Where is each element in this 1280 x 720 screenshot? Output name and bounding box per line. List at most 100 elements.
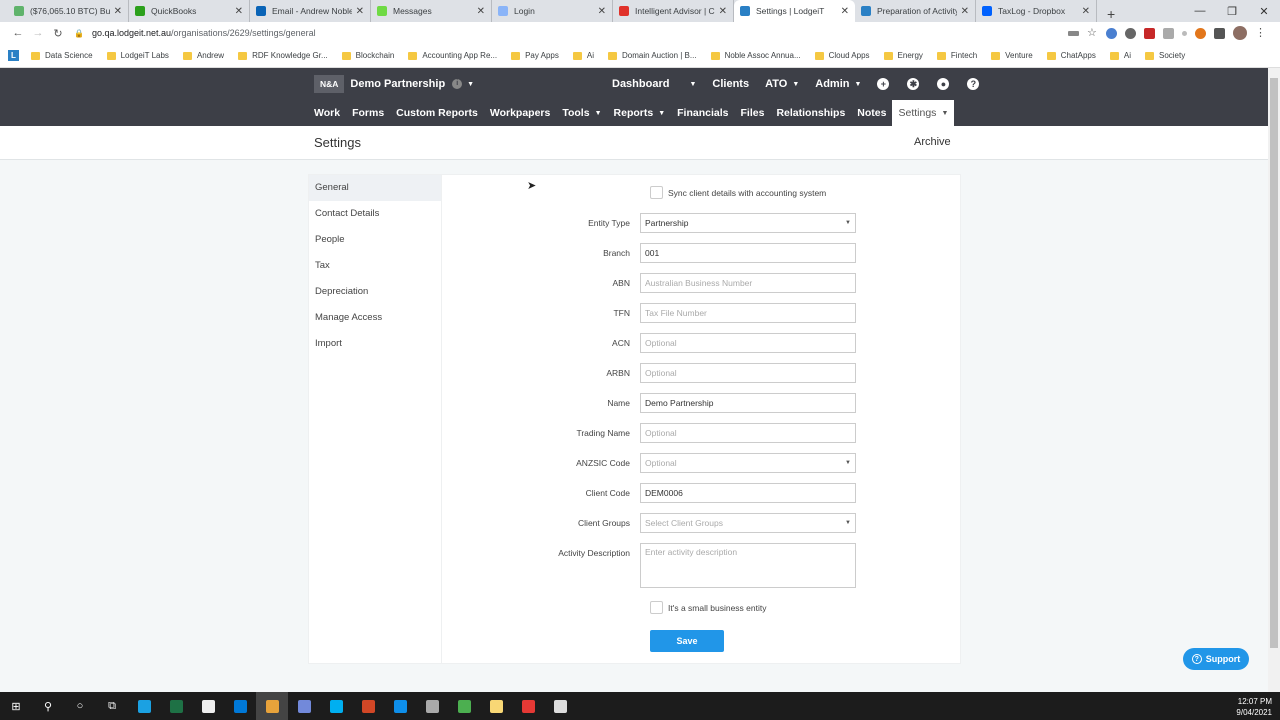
browser-tab[interactable]: TaxLog - Dropbox ✕ bbox=[976, 0, 1097, 22]
sidebar-item-manage-access[interactable]: Manage Access bbox=[309, 305, 441, 331]
bookmark-item[interactable]: Pay Apps bbox=[511, 51, 559, 60]
extension-icon[interactable] bbox=[1125, 27, 1136, 39]
star-icon[interactable]: ☆ bbox=[1087, 27, 1098, 39]
browser-tab[interactable]: Settings | LodgeiT ✕ bbox=[734, 0, 855, 22]
lodgeit-icon[interactable]: L bbox=[8, 50, 19, 61]
arbn-input[interactable]: Optional bbox=[640, 363, 856, 383]
forward-icon[interactable]: → bbox=[28, 27, 48, 39]
sync-checkbox[interactable] bbox=[650, 186, 663, 199]
metamask-icon[interactable] bbox=[1195, 27, 1206, 39]
bookmark-item[interactable]: Cloud Apps bbox=[814, 51, 870, 60]
client-groups-select[interactable]: Select Client Groups ▼ bbox=[640, 513, 856, 533]
close-tab-icon[interactable]: ✕ bbox=[961, 6, 969, 17]
url-input[interactable]: go.qa.lodgeit.net.au/organisations/2629/… bbox=[92, 28, 1068, 38]
abn-input[interactable]: Australian Business Number bbox=[640, 273, 856, 293]
browser-tab[interactable]: Intelligent Advisor | C ✕ bbox=[613, 0, 734, 22]
close-tab-icon[interactable]: ✕ bbox=[719, 6, 727, 17]
save-button[interactable]: Save bbox=[650, 630, 724, 652]
top-nav-admin[interactable]: Admin ▼ bbox=[815, 78, 861, 90]
acn-input[interactable]: Optional bbox=[640, 333, 856, 353]
tfn-input[interactable]: Tax File Number bbox=[640, 303, 856, 323]
back-icon[interactable]: ← bbox=[8, 27, 28, 39]
browser-tab[interactable]: Login ✕ bbox=[492, 0, 613, 22]
bookmark-item[interactable]: Data Science bbox=[31, 51, 93, 60]
bookmark-item[interactable]: Ai bbox=[1109, 51, 1131, 60]
teamviewer-icon[interactable] bbox=[384, 692, 416, 720]
discord-icon[interactable] bbox=[288, 692, 320, 720]
close-tab-icon[interactable]: ✕ bbox=[477, 6, 485, 17]
close-window-button[interactable]: ✕ bbox=[1248, 5, 1280, 18]
browser-tab[interactable]: ($76,065.10 BTC) Buy, S ✕ bbox=[8, 0, 129, 22]
camtasia-icon[interactable] bbox=[448, 692, 480, 720]
trading-name-input[interactable]: Optional bbox=[640, 423, 856, 443]
extension-icon[interactable] bbox=[1106, 27, 1117, 39]
browser-tab[interactable]: Messages ✕ bbox=[371, 0, 492, 22]
sidebar-item-contact-details[interactable]: Contact Details bbox=[309, 201, 441, 227]
close-tab-icon[interactable]: ✕ bbox=[114, 6, 122, 17]
tab-relationships[interactable]: Relationships bbox=[776, 100, 845, 126]
bookmark-item[interactable]: Fintech bbox=[936, 51, 977, 60]
tab-forms[interactable]: Forms bbox=[352, 100, 384, 126]
branch-input[interactable]: 001 bbox=[640, 243, 856, 263]
bookmark-item[interactable]: Accounting App Re... bbox=[408, 51, 497, 60]
windows-start-icon[interactable]: ⊞ bbox=[0, 692, 32, 720]
help-icon[interactable]: ? bbox=[967, 78, 980, 90]
system-clock[interactable]: 12:07 PM 9/04/2021 bbox=[1236, 696, 1272, 718]
task-view-icon[interactable]: ⧉ bbox=[96, 692, 128, 720]
top-nav-clients[interactable]: Clients bbox=[712, 78, 749, 90]
page-scrollbar[interactable] bbox=[1268, 68, 1280, 692]
key-icon[interactable] bbox=[1068, 30, 1079, 36]
pdf-icon[interactable] bbox=[1144, 27, 1155, 39]
small-business-checkbox[interactable] bbox=[650, 601, 663, 614]
tab-tools[interactable]: Tools ▼ bbox=[562, 100, 601, 126]
tab-settings[interactable]: Settings ▼ bbox=[892, 100, 955, 126]
browser-tab[interactable]: Email - Andrew Noble ✕ bbox=[250, 0, 371, 22]
entity-name[interactable]: Demo Partnership bbox=[350, 78, 445, 90]
bookmark-item[interactable]: Domain Auction | B... bbox=[608, 51, 697, 60]
top-nav-ato[interactable]: ATO ▼ bbox=[765, 78, 799, 90]
camtasia-recorder-icon[interactable] bbox=[544, 692, 576, 720]
chrome-icon[interactable] bbox=[256, 692, 288, 720]
reader-icon[interactable] bbox=[1163, 27, 1174, 39]
top-nav-dashboard[interactable]: Dashboard ▼ bbox=[612, 78, 696, 90]
gear-icon[interactable]: ✱ bbox=[907, 78, 920, 90]
close-tab-icon[interactable]: ✕ bbox=[841, 6, 849, 17]
close-tab-icon[interactable]: ✕ bbox=[356, 6, 364, 17]
tab-notes[interactable]: Notes bbox=[857, 100, 886, 126]
tab-custom-reports[interactable]: Custom Reports bbox=[396, 100, 478, 126]
store-icon[interactable] bbox=[192, 692, 224, 720]
powerpoint-icon[interactable] bbox=[352, 692, 384, 720]
bookmark-item[interactable]: Ai bbox=[572, 51, 594, 60]
tab-financials[interactable]: Financials bbox=[677, 100, 728, 126]
close-tab-icon[interactable]: ✕ bbox=[235, 6, 243, 17]
tab-reports[interactable]: Reports ▼ bbox=[614, 100, 666, 126]
bookmark-item[interactable]: ChatApps bbox=[1046, 51, 1096, 60]
name-input[interactable]: Demo Partnership bbox=[640, 393, 856, 413]
info-icon[interactable]: i bbox=[452, 79, 463, 89]
bookmark-item[interactable]: Noble Assoc Annua... bbox=[710, 51, 801, 60]
tab-work[interactable]: Work bbox=[314, 100, 340, 126]
archive-button[interactable]: Archive bbox=[914, 136, 951, 148]
user-icon[interactable]: ● bbox=[937, 78, 950, 90]
tab-files[interactable]: Files bbox=[741, 100, 765, 126]
skype-icon[interactable] bbox=[320, 692, 352, 720]
sidebar-item-general[interactable]: General bbox=[309, 175, 441, 201]
snipping-icon[interactable] bbox=[416, 692, 448, 720]
new-tab-button[interactable]: + bbox=[1107, 6, 1123, 22]
bookmark-item[interactable]: Venture bbox=[991, 51, 1033, 60]
edge-icon[interactable] bbox=[128, 692, 160, 720]
close-tab-icon[interactable]: ✕ bbox=[598, 6, 606, 17]
bookmark-item[interactable]: Blockchain bbox=[341, 51, 394, 60]
puzzle-icon[interactable] bbox=[1214, 27, 1225, 39]
sidebar-item-depreciation[interactable]: Depreciation bbox=[309, 279, 441, 305]
profile-avatar[interactable] bbox=[1233, 26, 1247, 40]
minimize-button[interactable]: — bbox=[1184, 5, 1216, 17]
menu-icon[interactable]: ⋮ bbox=[1255, 27, 1266, 39]
activity-description-textarea[interactable]: Enter activity description bbox=[640, 543, 856, 588]
sidebar-item-people[interactable]: People bbox=[309, 227, 441, 253]
search-icon[interactable]: ⚲ bbox=[32, 692, 64, 720]
browser-tab[interactable]: QuickBooks ✕ bbox=[129, 0, 250, 22]
excel-icon[interactable] bbox=[160, 692, 192, 720]
bookmark-item[interactable]: RDF Knowledge Gr... bbox=[238, 51, 328, 60]
support-button[interactable]: ? Support bbox=[1183, 648, 1249, 670]
